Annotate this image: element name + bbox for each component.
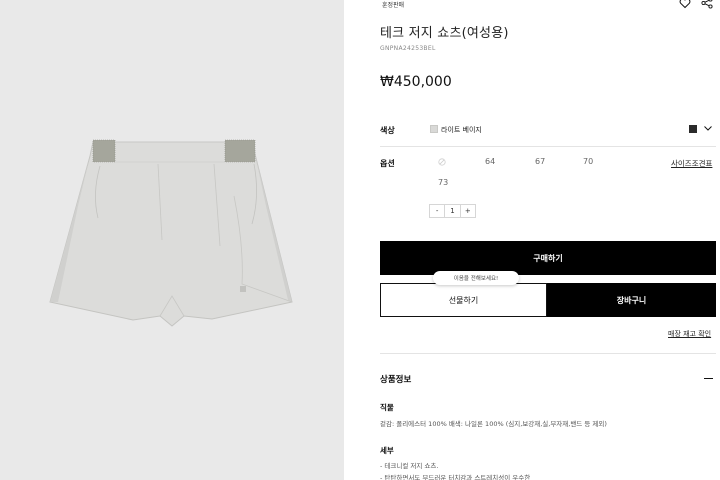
product-detail-panel: 훈정판매 테크 저지 쇼츠(여성용) GNPNA24253BEL ₩450,00… — [380, 0, 716, 480]
detail-line: - 테크니컬 저지 쇼츠. — [380, 462, 439, 470]
color-swatch — [430, 125, 438, 133]
size-soldout-icon — [438, 158, 446, 166]
quantity-stepper: - 1 + — [429, 204, 476, 218]
size-option-64[interactable]: 64 — [485, 157, 495, 166]
detail-title: 세부 — [380, 446, 394, 455]
chevron-down-icon[interactable] — [703, 123, 713, 133]
color-selected-name[interactable]: 라이트 베이지 — [441, 125, 482, 135]
fabric-title: 직물 — [380, 403, 394, 412]
collapse-icon[interactable] — [704, 378, 713, 379]
brand-label[interactable]: 훈정판매 — [382, 0, 404, 9]
size-option-67[interactable]: 67 — [535, 157, 545, 166]
quantity-increase-button[interactable]: + — [459, 205, 475, 217]
quantity-value[interactable]: 1 — [445, 205, 459, 217]
size-option-70[interactable]: 70 — [583, 157, 593, 166]
product-code: GNPNA24253BEL — [380, 45, 436, 52]
buy-now-button[interactable]: 구매하기 — [380, 241, 716, 275]
product-image-shorts[interactable] — [44, 136, 300, 334]
product-image-panel — [0, 0, 344, 480]
gift-button[interactable]: 선물하기 — [380, 283, 547, 317]
size-chart-link[interactable]: 사이즈조견표 — [671, 158, 712, 169]
product-title: 테크 저지 쇼츠(여성용) — [380, 26, 509, 41]
divider — [380, 353, 716, 354]
size-option-73[interactable]: 73 — [438, 178, 448, 187]
color-chip[interactable] — [689, 125, 697, 133]
detail-line: - 탄탄하면서도 부드러운 터치감과 스트레치성이 우수한 — [380, 474, 531, 480]
heart-icon[interactable] — [679, 0, 691, 9]
add-to-cart-button[interactable]: 장바구니 — [547, 283, 716, 317]
product-price: ₩450,000 — [380, 74, 452, 90]
quantity-decrease-button[interactable]: - — [430, 205, 446, 217]
color-label: 색상 — [380, 126, 395, 135]
gift-tooltip: 이음을 전해보세요! — [433, 271, 519, 285]
divider — [380, 146, 716, 147]
fabric-text: 겉감: 폴리에스터 100% 배색: 나일론 100% (심지,보강재,실,부자… — [380, 420, 607, 428]
option-label: 옵션 — [380, 159, 395, 168]
share-icon[interactable] — [701, 0, 713, 9]
store-stock-link[interactable]: 매장 재고 확인 — [668, 329, 711, 339]
product-info-title[interactable]: 상품정보 — [380, 373, 411, 385]
